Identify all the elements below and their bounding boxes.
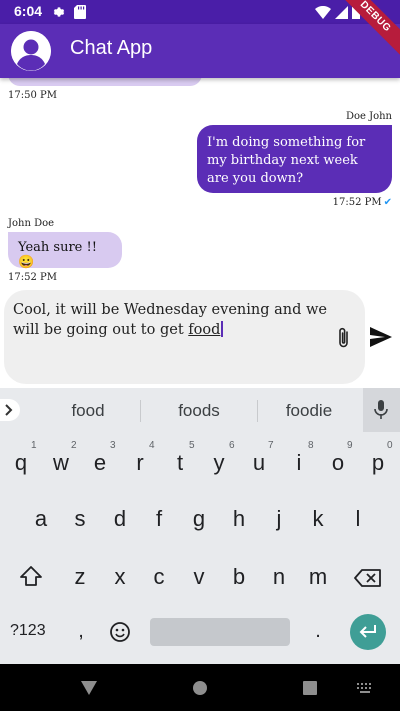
key-g[interactable]: g	[181, 506, 217, 532]
key-z[interactable]: z	[62, 564, 98, 590]
key-x[interactable]: x	[102, 564, 138, 590]
suggestion-3[interactable]: foodie	[259, 401, 359, 421]
message-text: Yeah sure !!😀	[18, 240, 97, 270]
message-sender: John Doe	[8, 218, 55, 229]
message-time: 17:52 PM	[8, 272, 57, 283]
message-time-row: 17:52 PM ✔	[333, 197, 392, 208]
period-key[interactable]: .	[300, 620, 336, 643]
key-u[interactable]: u	[241, 450, 277, 476]
key-j[interactable]: j	[261, 506, 297, 532]
chevron-right-icon	[5, 404, 13, 416]
suggestion-bar: food foods foodie	[0, 388, 400, 432]
message-sender: Doe John	[345, 111, 392, 122]
wifi-icon	[315, 5, 331, 19]
emoji-icon	[110, 622, 130, 642]
symbols-key[interactable]: ?123	[10, 622, 46, 640]
key-r[interactable]: r	[122, 450, 158, 476]
account-circle-icon[interactable]	[11, 31, 51, 71]
status-left-icons	[52, 5, 86, 19]
key-l[interactable]: l	[340, 506, 376, 532]
navigation-bar	[0, 664, 400, 711]
current-word: food	[188, 322, 221, 338]
enter-icon	[359, 625, 376, 638]
app-title: Chat App	[70, 37, 153, 59]
app-bar: Chat App	[0, 24, 400, 78]
key-t[interactable]: t	[162, 450, 198, 476]
message-time: 17:50 PM	[8, 90, 57, 101]
message-time: 17:52 PM	[332, 197, 382, 208]
key-p[interactable]: p	[360, 450, 396, 476]
back-icon[interactable]	[81, 681, 97, 695]
backspace-key[interactable]	[354, 568, 382, 588]
suggestion-1[interactable]: food	[38, 401, 138, 421]
text-cursor	[221, 321, 224, 337]
signal-icon	[335, 5, 348, 19]
voice-input-button[interactable]	[363, 388, 400, 432]
key-h[interactable]: h	[221, 506, 257, 532]
backspace-icon	[354, 569, 381, 587]
key-k[interactable]: k	[300, 506, 336, 532]
shift-icon	[20, 566, 42, 586]
key-v[interactable]: v	[181, 564, 217, 590]
key-o[interactable]: o	[320, 450, 356, 476]
message-text: I'm doing something for my birthday next…	[207, 135, 366, 186]
emoji-key[interactable]	[109, 621, 131, 643]
key-m[interactable]: m	[300, 564, 336, 590]
keyboard-switch-icon[interactable]	[357, 683, 373, 693]
key-y[interactable]: y	[201, 450, 237, 476]
expand-toolbar-button[interactable]	[0, 399, 20, 421]
key-w[interactable]: w	[43, 450, 79, 476]
key-c[interactable]: c	[141, 564, 177, 590]
suggestion-divider	[257, 400, 258, 422]
outgoing-message-bubble[interactable]: I'm doing something for my birthday next…	[197, 125, 392, 193]
typed-text: Cool, it will be Wednesday evening and w…	[13, 302, 327, 338]
key-i[interactable]: i	[281, 450, 317, 476]
mic-icon	[374, 400, 388, 419]
message-input[interactable]: Cool, it will be Wednesday evening and w…	[4, 290, 365, 384]
key-a[interactable]: a	[23, 506, 59, 532]
status-time: 6:04	[14, 3, 43, 19]
paperclip-icon[interactable]	[334, 326, 354, 350]
incoming-bubble-partial	[8, 78, 202, 86]
key-n[interactable]: n	[261, 564, 297, 590]
recents-icon[interactable]	[303, 681, 317, 695]
gear-icon	[53, 7, 65, 17]
key-f[interactable]: f	[141, 506, 177, 532]
message-input-text[interactable]: Cool, it will be Wednesday evening and w…	[13, 300, 328, 340]
home-icon[interactable]	[193, 681, 207, 695]
sd-card-icon	[74, 5, 86, 19]
suggestion-divider	[140, 400, 141, 422]
key-b[interactable]: b	[221, 564, 257, 590]
incoming-message-bubble[interactable]: Yeah sure !!😀	[8, 232, 122, 270]
send-icon[interactable]	[370, 327, 392, 347]
comma-key[interactable]: ,	[63, 620, 99, 643]
key-e[interactable]: e	[82, 450, 118, 476]
key-d[interactable]: d	[102, 506, 138, 532]
key-s[interactable]: s	[62, 506, 98, 532]
enter-key[interactable]	[350, 614, 386, 650]
keyboard: food foods foodie 1 2 3 4 5 6 7 8 9 0 q …	[0, 388, 400, 664]
suggestion-2[interactable]: foods	[149, 401, 249, 421]
key-q[interactable]: q	[3, 450, 39, 476]
space-key[interactable]	[150, 618, 290, 646]
status-bar: 6:04 DEBUG	[0, 0, 400, 63]
double-check-icon: ✔	[383, 197, 392, 208]
shift-key[interactable]	[17, 564, 45, 588]
